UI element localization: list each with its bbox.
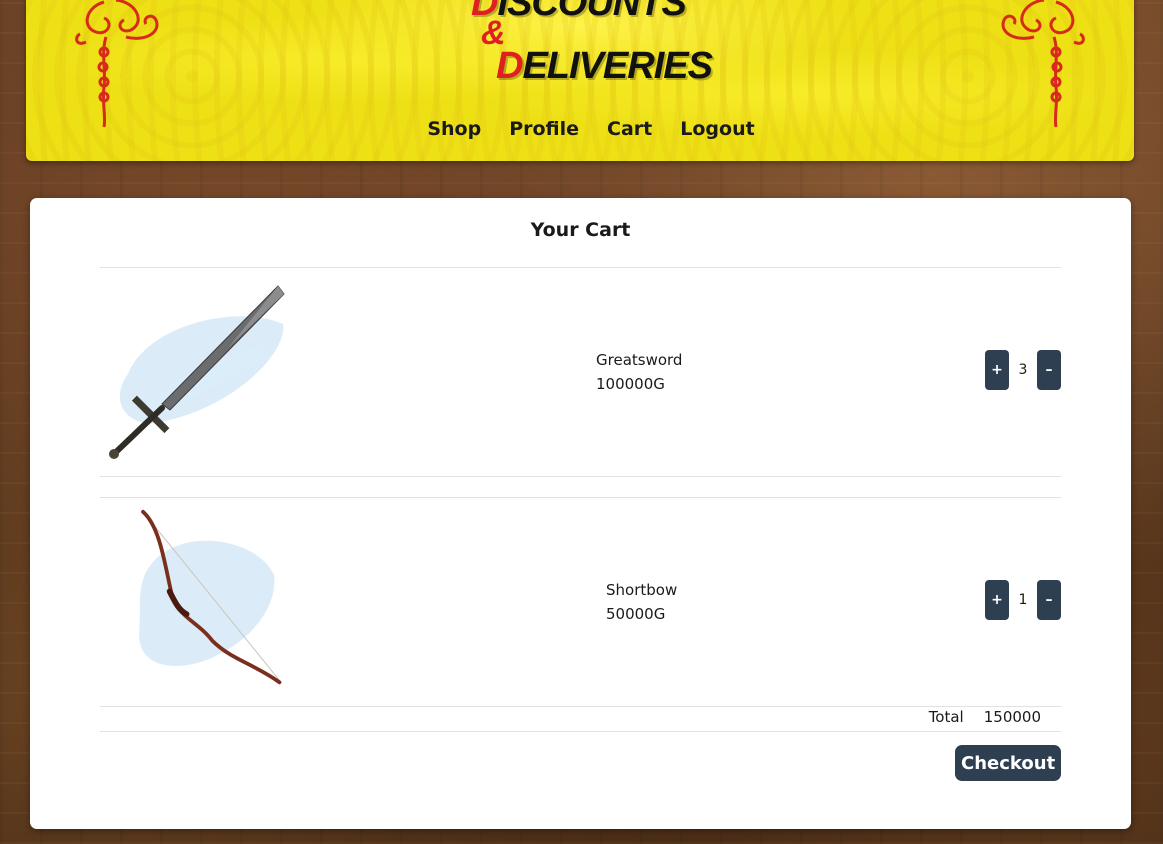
site-header: DISCOUNTS & DELIVERIES Shop Profile Cart…: [26, 0, 1134, 161]
total-value: 150000: [983, 708, 1041, 726]
logo-line-deliveries: DELIVERIES: [496, 45, 713, 87]
checkout-button[interactable]: Checkout: [955, 745, 1061, 781]
shortbow-image: [139, 509, 282, 685]
total-label: Total: [928, 708, 964, 726]
quantity-stepper: + 1 –: [985, 580, 1061, 620]
item-price: 100000G: [596, 375, 665, 393]
nav-link-cart[interactable]: Cart: [607, 118, 652, 140]
cart-card: Your Cart Greatsword 100000G + 3 – Short…: [30, 198, 1131, 829]
decrease-quantity-button[interactable]: –: [1037, 580, 1061, 620]
nav-link-logout[interactable]: Logout: [680, 118, 754, 140]
nav-link-shop[interactable]: Shop: [427, 118, 481, 140]
quantity-value: 1: [1018, 592, 1028, 608]
divider: [100, 706, 1061, 707]
divider: [100, 731, 1061, 732]
quantity-value: 3: [1018, 362, 1028, 378]
cart-item-shortbow: Shortbow 50000G + 1 –: [100, 498, 1061, 706]
site-logo[interactable]: DISCOUNTS & DELIVERIES: [441, 0, 741, 87]
item-price: 50000G: [606, 605, 666, 623]
scrollwork-ornament-right: [1001, 0, 1085, 128]
item-info: Shortbow 50000G: [606, 578, 677, 626]
divider: [100, 476, 1061, 477]
cart-total: Total 150000: [929, 708, 1041, 726]
scrollwork-ornament-left: [75, 0, 159, 128]
quantity-stepper: + 3 –: [985, 350, 1061, 390]
cart-item-greatsword: Greatsword 100000G + 3 –: [100, 268, 1061, 476]
cart-title: Your Cart: [530, 219, 631, 241]
main-nav: Shop Profile Cart Logout: [26, 118, 1134, 140]
increase-quantity-button[interactable]: +: [985, 580, 1009, 620]
item-name: Greatsword: [596, 351, 683, 369]
item-info: Greatsword 100000G: [596, 348, 682, 396]
item-name: Shortbow: [606, 581, 678, 599]
increase-quantity-button[interactable]: +: [985, 350, 1009, 390]
nav-link-profile[interactable]: Profile: [509, 118, 579, 140]
decrease-quantity-button[interactable]: –: [1037, 350, 1061, 390]
greatsword-image: [109, 285, 285, 459]
